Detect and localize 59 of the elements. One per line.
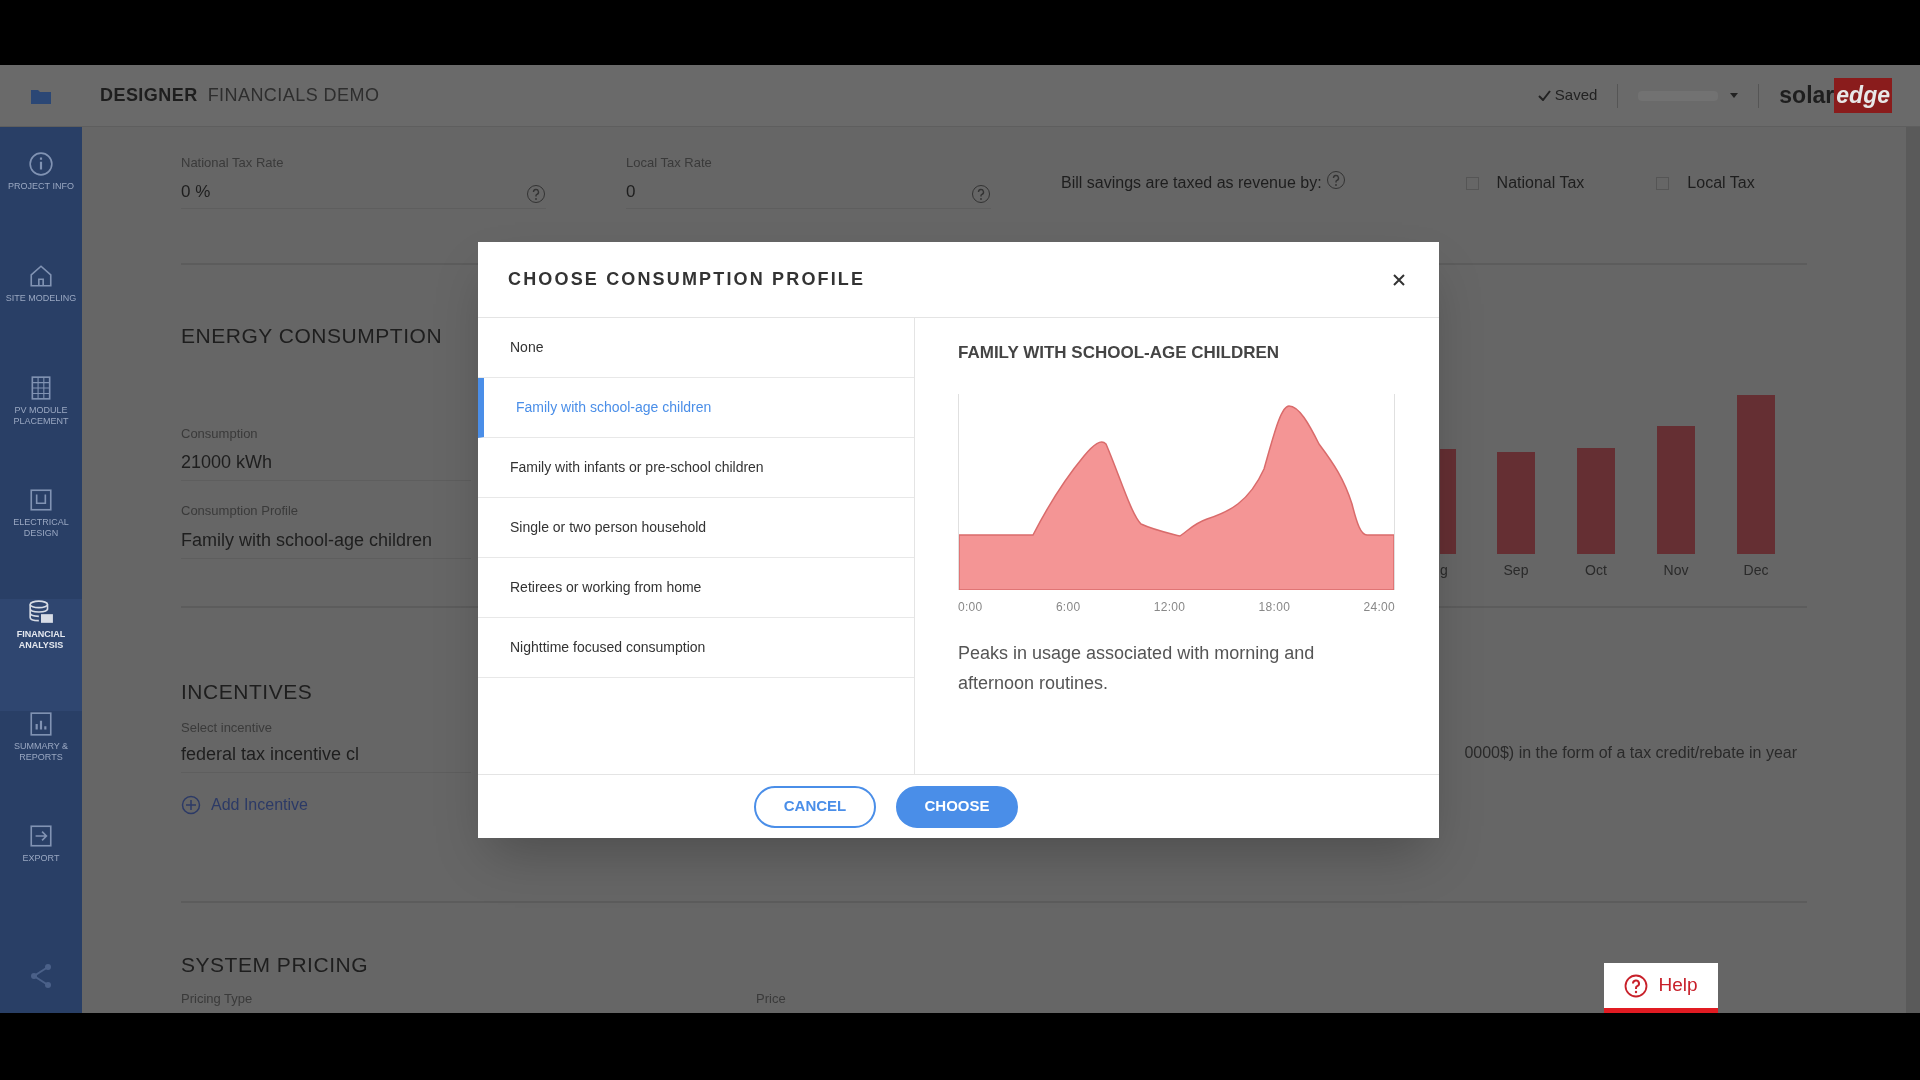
month-label: g — [1440, 561, 1448, 580]
caret-icon[interactable] — [1730, 93, 1739, 98]
bar-chart-icon — [28, 711, 54, 737]
axis-label: 6:00 — [1055, 598, 1081, 616]
incentive-field[interactable]: federal tax incentive cl — [181, 741, 471, 768]
section-title: SYSTEM PRICING — [181, 952, 369, 978]
profile-option[interactable]: Retirees or working from home — [478, 558, 914, 618]
check-icon — [1537, 90, 1551, 101]
share-icon[interactable] — [29, 963, 53, 989]
sidebar-item[interactable]: PROJECT INFO — [0, 151, 82, 263]
profile-field[interactable]: Family with school-age children — [181, 526, 471, 554]
dialog-title: CHOOSE CONSUMPTION PROFILE — [508, 268, 866, 291]
choose-button[interactable]: CHOOSE — [896, 785, 1018, 828]
sidebar-item[interactable]: SUMMARY & REPORTS — [0, 711, 82, 823]
month-label: Oct — [1585, 561, 1607, 580]
axis-label: 24:00 — [1363, 598, 1395, 616]
export-icon — [28, 823, 54, 849]
info-icon — [28, 151, 54, 177]
checkbox-label: Local Tax — [1687, 173, 1755, 193]
month-label: Sep — [1503, 561, 1529, 580]
saved-status: Saved — [1537, 84, 1598, 107]
house-icon — [28, 263, 54, 289]
sidebar-item[interactable]: SITE MODELING — [0, 263, 82, 375]
database-icon — [28, 599, 54, 625]
folder-icon[interactable] — [31, 87, 51, 104]
help-icon[interactable] — [1624, 973, 1649, 998]
plus-circle-icon[interactable] — [181, 795, 201, 815]
bill-savings-label: Bill savings are taxed as revenue by: — [1061, 173, 1322, 193]
project-name: FINANCIALS DEMO — [207, 84, 380, 107]
sidebar-item[interactable]: FINANCIAL ANALYSIS — [0, 599, 82, 711]
sidebar-item[interactable]: PV MODULE PLACEMENT — [0, 375, 82, 487]
profile-option[interactable]: Family with infants or pre-school children — [478, 438, 914, 498]
app-title: DESIGNER — [100, 84, 198, 107]
close-icon[interactable] — [1393, 273, 1405, 286]
incentive-description: 0000$) in the form of a tax credit/rebate in year — [1464, 743, 1797, 763]
profile-option[interactable]: Family with school-age children — [478, 378, 914, 438]
axis-label: 18:00 — [1258, 598, 1291, 616]
cancel-button[interactable]: CANCEL — [754, 785, 876, 828]
axis-label: 12:00 — [1153, 598, 1186, 616]
profile-title: FAMILY WITH SCHOOL-AGE CHILDREN — [958, 342, 1281, 364]
month-label: Nov — [1663, 561, 1689, 580]
month-label: Dec — [1743, 561, 1769, 580]
tax-rate-field[interactable]: 0 — [626, 178, 971, 204]
checkbox-label: National Tax — [1496, 173, 1585, 193]
tax-rate-field[interactable]: 0 % — [181, 178, 526, 204]
scrollbar[interactable] — [1906, 127, 1920, 1013]
profile-description: Peaks in usage associated with morning and afternoon routines. — [958, 641, 1316, 695]
profile-option[interactable]: Single or two person household — [478, 498, 914, 558]
profile-option[interactable]: None — [478, 318, 914, 378]
sidebar-item[interactable]: ELECTRICAL DESIGN — [0, 487, 82, 599]
section-title: INCENTIVES — [181, 679, 313, 705]
axis-label: 0:00 — [958, 598, 983, 616]
company-logo: solaredge — [1779, 78, 1892, 113]
help-button[interactable]: Help — [1604, 963, 1718, 1013]
consumption-field[interactable]: 21000 kWh — [181, 449, 471, 476]
profile-option[interactable]: Nighttime focused consumption — [478, 618, 914, 678]
square-icon — [28, 487, 54, 513]
sidebar-item[interactable]: EXPORT — [0, 823, 82, 935]
section-title: ENERGY CONSUMPTION — [181, 323, 443, 349]
